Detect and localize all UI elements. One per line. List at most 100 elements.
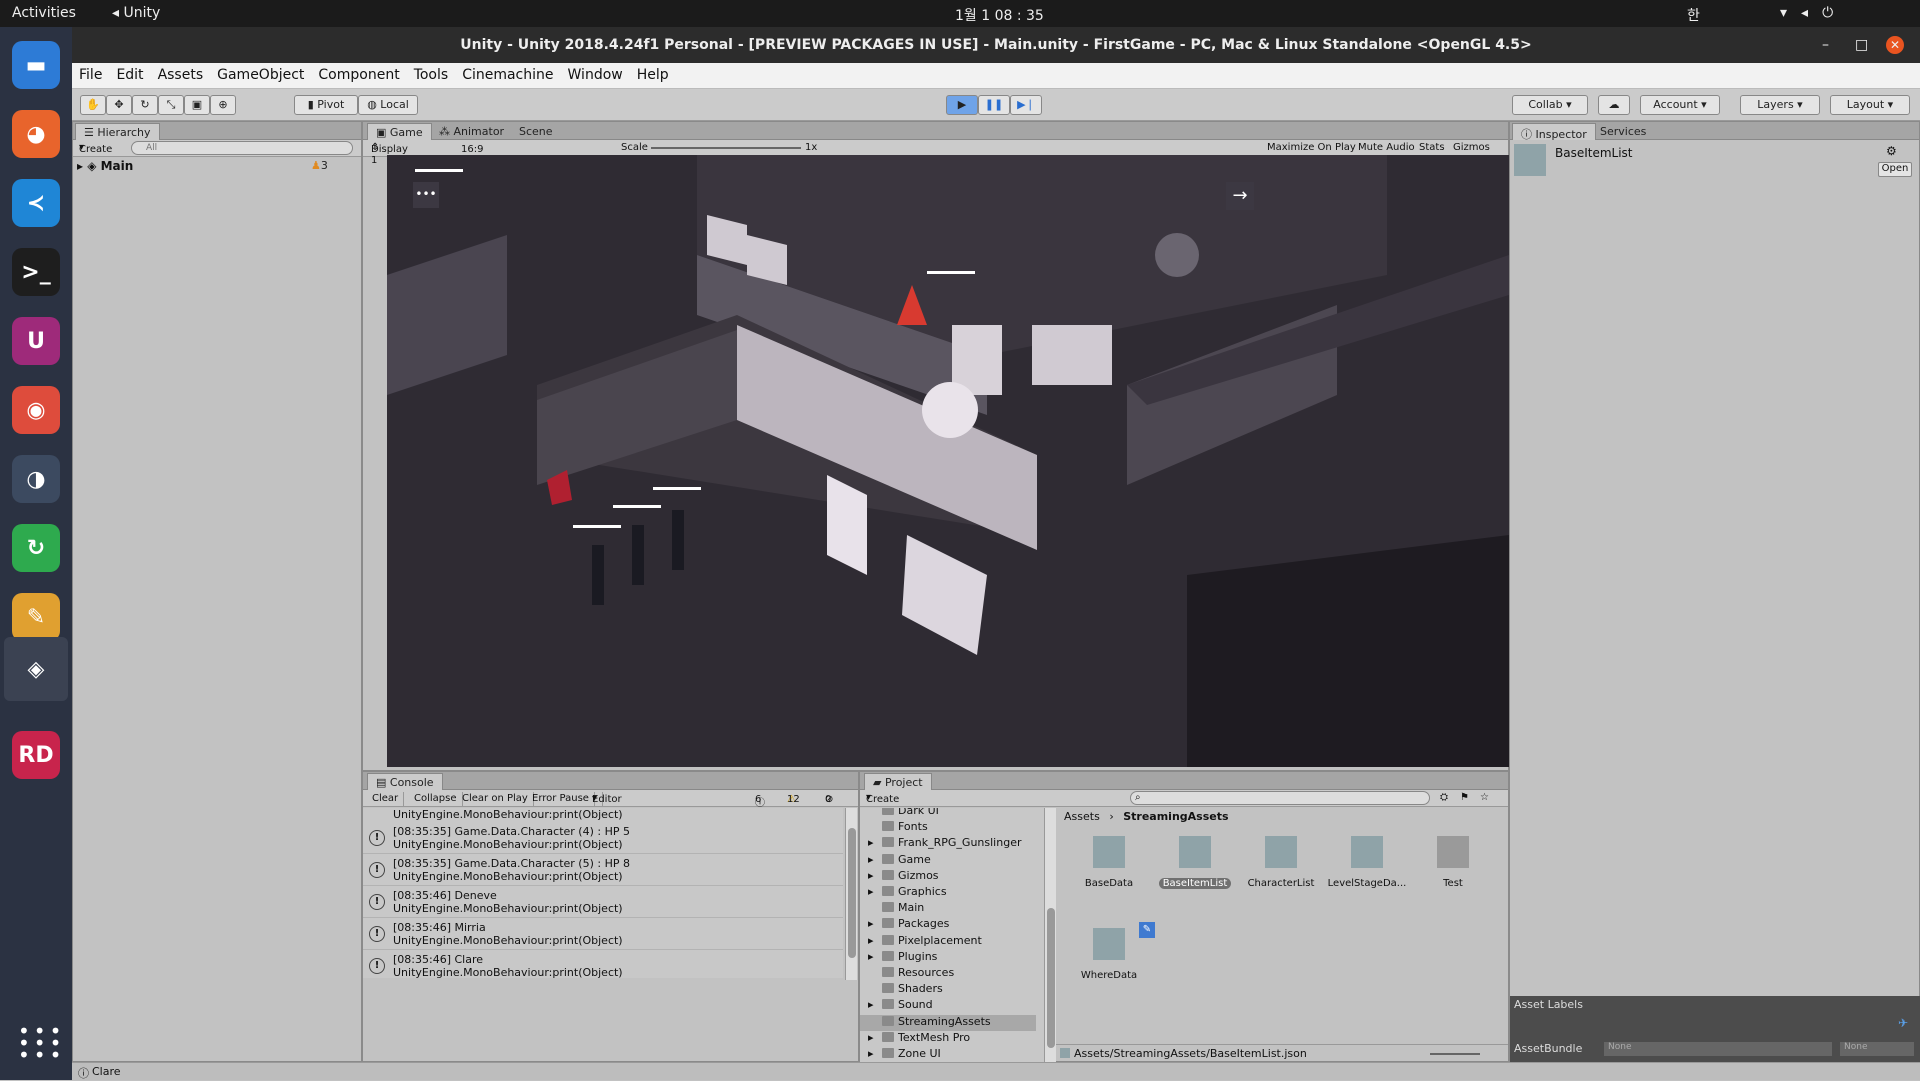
collab-button[interactable]: Collab ▾: [1512, 95, 1588, 115]
folder-item[interactable]: ▸ Graphics: [868, 885, 947, 901]
chrome-icon[interactable]: ◉: [12, 386, 60, 434]
folder-item[interactable]: ▸ Plugins: [868, 950, 937, 966]
terminal-icon[interactable]: >_: [12, 248, 60, 296]
game-next-arrow-icon[interactable]: →: [1226, 182, 1254, 210]
rider-icon[interactable]: RD: [12, 731, 60, 779]
folder-item[interactable]: ▸ TextMesh Pro: [868, 1031, 970, 1047]
maximize-icon[interactable]: □: [1855, 27, 1868, 63]
status-message[interactable]: Clare: [92, 1065, 121, 1078]
update-icon[interactable]: ↻: [12, 524, 60, 572]
console-clear-on-play-button[interactable]: Clear on Play: [457, 792, 534, 807]
asset-item[interactable]: CharacterList: [1238, 836, 1324, 889]
project-tree-scroll-thumb[interactable]: [1047, 908, 1055, 1048]
log-entry[interactable]: ! [08:35:35] Game.Data.Character (4) : HP…: [363, 822, 843, 854]
folder-item[interactable]: StreamingAssets: [860, 1014, 1036, 1031]
tab-scene[interactable]: Scene: [511, 123, 561, 140]
game-view[interactable]: ••• →: [387, 155, 1509, 767]
account-button[interactable]: Account ▾: [1640, 95, 1720, 115]
tab-services[interactable]: Services: [1592, 123, 1654, 140]
inspector-settings-icon[interactable]: ⚙: [1886, 144, 1897, 158]
input-method-indicator[interactable]: 한: [1687, 5, 1700, 25]
folder-item[interactable]: Dark UI: [868, 808, 939, 820]
unity-hub-icon[interactable]: U: [12, 317, 60, 365]
files-icon[interactable]: ▬: [12, 41, 60, 89]
breadcrumb-assets[interactable]: Assets: [1064, 810, 1100, 823]
menu-tools[interactable]: Tools: [407, 63, 456, 87]
folder-item[interactable]: ▸ Pixelplacement: [868, 934, 982, 950]
expand-arrow-icon[interactable]: ▸: [77, 159, 87, 173]
tab-inspector[interactable]: ⓘ Inspector: [1512, 123, 1596, 141]
hand-tool-button[interactable]: ✋: [80, 95, 106, 115]
vscode-icon[interactable]: ≺: [12, 179, 60, 227]
menu-window[interactable]: Window: [561, 63, 630, 87]
folder-item[interactable]: Resources: [868, 966, 954, 982]
step-button[interactable]: ▶❘: [1010, 95, 1042, 115]
tab-animator[interactable]: ⁂ Animator: [431, 123, 512, 140]
hierarchy-scene-row[interactable]: ▸ ◈ Main ♟3: [77, 159, 359, 175]
expand-arrow-icon[interactable]: ▸: [868, 998, 874, 1011]
local-button[interactable]: ◍ Local: [358, 95, 418, 115]
expand-arrow-icon[interactable]: ▸: [868, 885, 874, 898]
console-scroll-thumb[interactable]: [848, 828, 856, 958]
pivot-button[interactable]: ▮ Pivot: [294, 95, 358, 115]
paint-icon[interactable]: ✎: [12, 593, 60, 641]
scale-tool-button[interactable]: ⤡: [158, 95, 184, 115]
console-scrollbar[interactable]: [845, 808, 857, 980]
folder-item[interactable]: ▸ Frank_RPG_Gunslinger: [868, 836, 1022, 852]
asset-bundle-variant-dropdown[interactable]: None: [1840, 1042, 1914, 1056]
expand-arrow-icon[interactable]: ▸: [868, 917, 874, 930]
rect-tool-button[interactable]: ▣: [184, 95, 210, 115]
inspector-open-button[interactable]: Open: [1878, 162, 1912, 177]
folder-item[interactable]: ▸ Zone UI: [868, 1047, 941, 1062]
expand-arrow-icon[interactable]: ▸: [868, 836, 874, 849]
maximize-on-play-button[interactable]: Maximize On Play: [1267, 142, 1356, 153]
asset-item[interactable]: Test: [1410, 836, 1496, 889]
system-tray[interactable]: ▾◂⏻: [1780, 5, 1847, 21]
activities-button[interactable]: Activities: [12, 5, 76, 21]
display-dropdown[interactable]: Display 1 ⇕: [371, 142, 408, 166]
expand-arrow-icon[interactable]: ▸: [868, 853, 874, 866]
tab-hierarchy[interactable]: ☰ Hierarchy: [75, 123, 160, 140]
log-entry[interactable]: ! [08:35:46] Deneve UnityEngine.MonoBehavi…: [363, 886, 843, 918]
menu-assets[interactable]: Assets: [151, 63, 211, 87]
tag-icon[interactable]: ✈: [1898, 1016, 1908, 1030]
menu-edit[interactable]: Edit: [109, 63, 150, 87]
console-clear-button[interactable]: Clear: [367, 792, 405, 807]
rotate-tool-button[interactable]: ↻: [132, 95, 158, 115]
log-entry[interactable]: ! [08:35:35] Game.Data.Character (5) : HP…: [363, 854, 843, 886]
log-entry[interactable]: ! [08:35:46] Mirria UnityEngine.MonoBehavi…: [363, 918, 843, 950]
folder-item[interactable]: ▸ Sound: [868, 998, 933, 1014]
menu-component[interactable]: Component: [311, 63, 406, 87]
menu-help[interactable]: Help: [630, 63, 676, 87]
play-button[interactable]: ▶: [946, 95, 978, 115]
folder-item[interactable]: Fonts: [868, 820, 928, 836]
filter-label-icon[interactable]: ⚑: [1460, 792, 1469, 803]
firefox-icon[interactable]: ◕: [12, 110, 60, 158]
hierarchy-search-input[interactable]: [131, 141, 353, 155]
expand-arrow-icon[interactable]: ▸: [868, 869, 874, 882]
folder-item[interactable]: ▸ Gizmos: [868, 869, 939, 885]
expand-arrow-icon[interactable]: ▸: [868, 950, 874, 963]
hierarchy-create-button[interactable]: Create ▾: [79, 142, 112, 155]
asset-item[interactable]: BaseData: [1066, 836, 1152, 889]
tab-console[interactable]: ▤ Console: [367, 773, 443, 790]
game-menu-button[interactable]: •••: [413, 182, 439, 208]
app-menu[interactable]: ◂ Unity: [112, 5, 160, 21]
expand-arrow-icon[interactable]: ▸: [868, 1047, 874, 1060]
folder-item[interactable]: ▸ Game: [868, 853, 931, 869]
layout-button[interactable]: Layout ▾: [1830, 95, 1910, 115]
console-error-pause-button[interactable]: Error Pause: [527, 792, 595, 807]
close-icon[interactable]: ✕: [1886, 36, 1904, 54]
menu-gameobject[interactable]: GameObject: [210, 63, 311, 87]
folder-item[interactable]: Shaders: [868, 982, 943, 998]
asset-item[interactable]: BaseItemList: [1152, 836, 1238, 889]
pause-button[interactable]: ❚❚: [978, 95, 1010, 115]
transform-tool-button[interactable]: ⊕: [210, 95, 236, 115]
menu-file[interactable]: File: [72, 63, 109, 87]
console-collapse-button[interactable]: Collapse: [409, 792, 463, 807]
move-tool-button[interactable]: ✥: [106, 95, 132, 115]
asset-bundle-dropdown[interactable]: None: [1604, 1042, 1832, 1056]
clock[interactable]: 1월 1 08 : 35: [955, 5, 1044, 25]
filter-type-icon[interactable]: ⛭: [1440, 792, 1448, 803]
tab-project[interactable]: ▰ Project: [864, 773, 932, 790]
